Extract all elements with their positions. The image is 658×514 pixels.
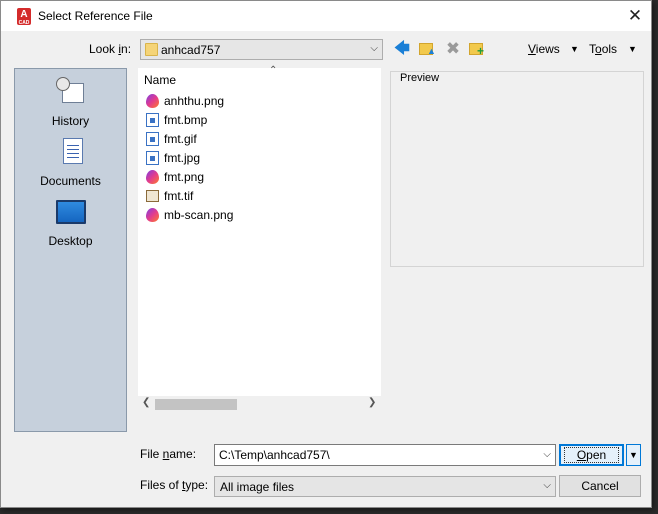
folder-icon (145, 43, 158, 56)
place-documents[interactable]: Documents (15, 135, 126, 193)
scroll-left-icon[interactable]: ❮ (142, 397, 150, 408)
chevron-down-icon: ⌵ (370, 43, 378, 54)
open-dropdown-button[interactable]: ▼ (626, 444, 641, 466)
png-icon (146, 170, 159, 184)
cancel-button[interactable]: Cancel (559, 475, 641, 497)
place-label: History (51, 114, 90, 128)
image-icon (146, 113, 159, 127)
open-button[interactable]: Open (559, 444, 624, 466)
documents-icon (63, 138, 83, 164)
tools-dropdown-icon[interactable]: ▼ (628, 44, 637, 54)
tif-icon (146, 190, 159, 202)
lookin-label: Look in: (89, 42, 132, 56)
desktop-icon (56, 200, 86, 224)
image-icon (146, 151, 159, 165)
title-bar: A CAD Select Reference File ✕ (1, 1, 651, 31)
image-icon (146, 132, 159, 146)
column-header-name[interactable]: Name (144, 73, 176, 87)
tools-menu-button[interactable]: Tools (589, 42, 617, 56)
lookin-dropdown[interactable]: anhcad757 ⌵ (140, 39, 383, 60)
filetype-dropdown[interactable]: All image files ⌵ (214, 476, 556, 497)
views-menu-button[interactable]: Views (528, 42, 560, 56)
preview-panel: Preview (390, 71, 644, 267)
place-label: Documents (40, 174, 101, 188)
autocad-app-icon: A CAD (17, 8, 31, 26)
filename-value: C:\Temp\anhcad757\ (219, 448, 330, 462)
scroll-right-icon[interactable]: ❯ (368, 397, 376, 408)
chevron-down-icon[interactable]: ⌵ (543, 449, 551, 460)
sort-ascending-icon: ⌃ (269, 65, 278, 76)
preview-label: Preview (398, 72, 442, 84)
horizontal-scrollbar[interactable]: ❮ ❯ (138, 396, 381, 413)
new-folder-icon[interactable]: + (468, 41, 486, 57)
chevron-down-icon: ⌵ (543, 480, 551, 491)
filetype-label: Files of type: (140, 478, 209, 492)
file-name: fmt.png (164, 170, 205, 184)
png-icon (146, 208, 159, 222)
file-name: fmt.bmp (164, 113, 208, 127)
select-reference-file-dialog: A CAD Select Reference File ✕ Look in: an… (0, 0, 652, 508)
lookin-value: anhcad757 (161, 43, 221, 57)
back-arrow-icon[interactable]: 🡄 (393, 41, 411, 57)
file-name: mb-scan.png (164, 208, 234, 222)
places-sidebar: History Documents Desktop (14, 68, 127, 432)
place-desktop[interactable]: Desktop (15, 197, 126, 255)
file-name: anhthu.png (164, 94, 225, 108)
delete-icon[interactable]: ✖ (444, 40, 462, 57)
filetype-value: All image files (220, 480, 295, 494)
scrollbar-thumb[interactable] (155, 399, 237, 410)
file-list[interactable]: Name ⌃ anhthu.png fmt.bmp fmt.gif fmt.jpg fm… (138, 65, 381, 413)
png-icon (146, 94, 159, 108)
place-label: Desktop (48, 234, 93, 248)
file-name: fmt.gif (164, 132, 197, 146)
history-icon (56, 77, 86, 105)
file-name: fmt.jpg (164, 151, 201, 165)
place-history[interactable]: History (15, 77, 126, 135)
filename-input[interactable]: C:\Temp\anhcad757\ ⌵ (214, 444, 556, 466)
up-folder-icon[interactable]: ▲ (418, 41, 436, 57)
views-dropdown-icon[interactable]: ▼ (570, 44, 579, 54)
file-name: fmt.tif (164, 189, 194, 203)
filename-label: File name: (140, 447, 197, 461)
close-button[interactable]: ✕ (624, 6, 646, 26)
window-title: Select Reference File (38, 9, 153, 23)
